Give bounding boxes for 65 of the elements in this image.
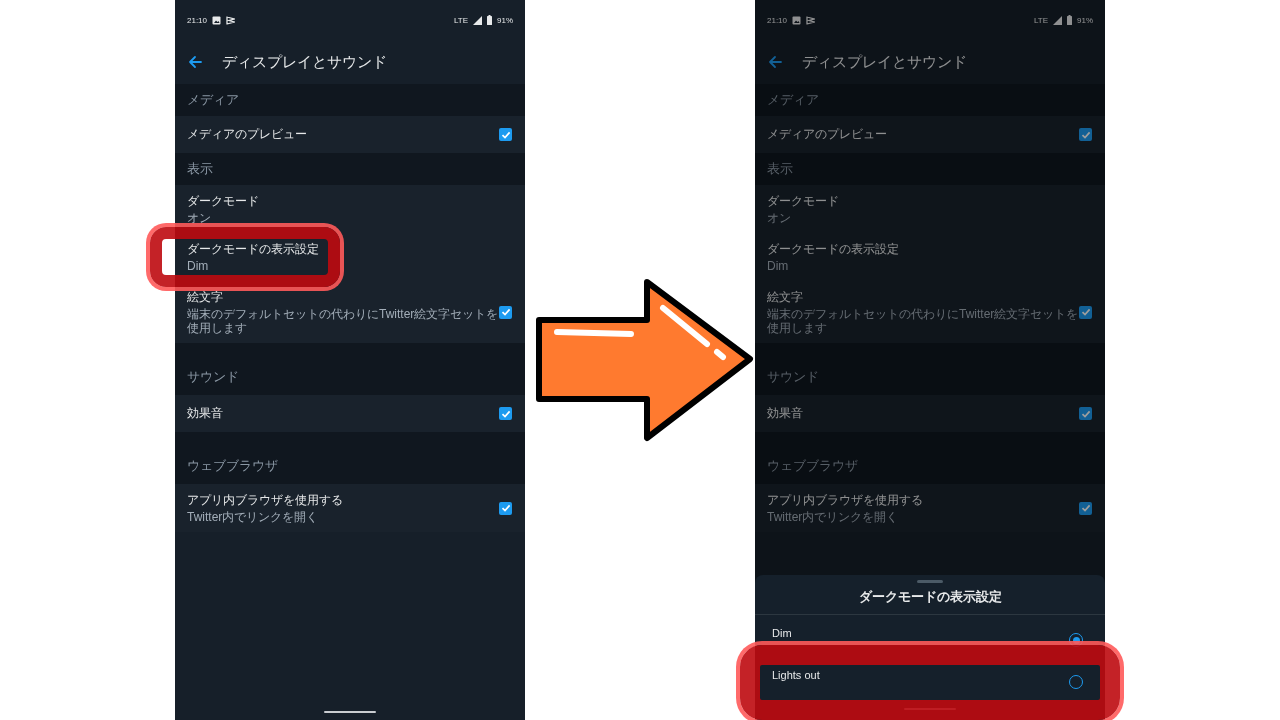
setting-value: オン (767, 211, 792, 225)
setting-description: 端末のデフォルトセットの代わりにTwitter絵文字セットを使用します (767, 307, 1079, 335)
section-heading: メディア (755, 84, 1105, 116)
signal-icon (1053, 15, 1062, 25)
check-icon (500, 129, 511, 140)
checkbox[interactable] (1079, 407, 1092, 420)
setting-label: 絵文字 (767, 289, 804, 306)
setting-description: Twitter内でリンクを開く (187, 510, 320, 524)
checkbox[interactable] (499, 407, 512, 420)
section-heading: ウェブブラウザ (755, 432, 1105, 484)
network-type: LTE (453, 15, 468, 25)
status-time: 21:10 (187, 15, 208, 25)
section-heading: サウンド (175, 343, 525, 395)
check-icon (1080, 129, 1091, 140)
check-icon (1080, 408, 1091, 419)
check-icon (1080, 307, 1091, 317)
drag-handle[interactable] (917, 580, 943, 583)
setting-label: メディアのプレビュー (187, 126, 308, 143)
section-heading: ウェブブラウザ (175, 432, 525, 484)
check-icon (500, 307, 511, 317)
check-icon (500, 503, 511, 513)
checkbox[interactable] (1079, 501, 1092, 515)
checkbox[interactable] (1079, 128, 1092, 141)
battery-percentage: 91% (1077, 15, 1093, 25)
setting-value: オン (187, 211, 212, 225)
setting-value: Dim (767, 259, 790, 273)
section-heading: 表示 (755, 153, 1105, 185)
image-icon (792, 15, 802, 25)
setting-description: Twitter内でリンクを開く (767, 510, 900, 524)
page-title: ディスプレイとサウンド (222, 52, 387, 72)
back-arrow-icon[interactable] (188, 55, 202, 69)
checkbox[interactable] (1079, 305, 1092, 319)
checkbox[interactable] (499, 128, 512, 141)
status-time: 21:10 (767, 15, 788, 25)
setting-label: 効果音 (767, 405, 804, 422)
signal-icon (473, 15, 482, 25)
setting-label: ダークモード (767, 193, 840, 210)
network-type: LTE (1033, 15, 1048, 25)
checkbox[interactable] (499, 501, 512, 515)
option-label: Lights out (772, 669, 820, 681)
section-heading: メディア (175, 84, 525, 116)
image-icon (212, 15, 222, 25)
check-icon (500, 408, 511, 419)
setting-label: ダークモードの表示設定 (187, 241, 320, 258)
section-heading: サウンド (755, 343, 1105, 395)
battery-percentage: 91% (497, 15, 513, 25)
option-label: Dim (772, 627, 792, 639)
back-arrow-icon[interactable] (768, 55, 782, 69)
setting-label: アプリ内ブラウザを使用する (767, 492, 924, 509)
flag-icon (226, 15, 236, 25)
battery-icon (487, 15, 492, 25)
section-heading: 表示 (175, 153, 525, 185)
setting-value: Dim (187, 259, 210, 273)
checkbox[interactable] (499, 305, 512, 319)
setting-description: 端末のデフォルトセットの代わりにTwitter絵文字セットを使用します (187, 307, 499, 335)
setting-label: ダークモードの表示設定 (767, 241, 900, 258)
setting-label: アプリ内ブラウザを使用する (187, 492, 344, 509)
setting-label: 絵文字 (187, 289, 224, 306)
check-icon (1080, 503, 1091, 513)
flag-icon (806, 15, 816, 25)
page-title: ディスプレイとサウンド (802, 52, 967, 72)
setting-label: ダークモード (187, 193, 260, 210)
setting-label: メディアのプレビュー (767, 126, 888, 143)
battery-icon (1067, 15, 1072, 25)
setting-label: 効果音 (187, 405, 224, 422)
